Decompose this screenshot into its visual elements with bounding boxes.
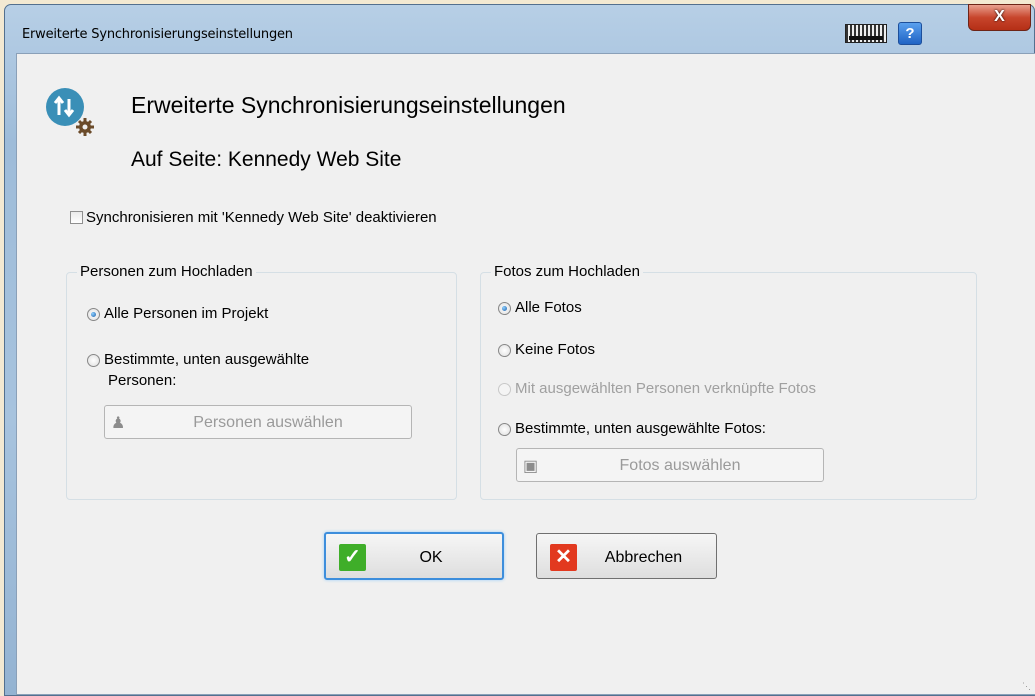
checkbox-box[interactable] <box>70 211 83 225</box>
radio-indicator[interactable] <box>498 343 511 357</box>
radio-indicator[interactable] <box>498 422 511 436</box>
radio-label: Mit ausgewählten Personen verknüpfte Fot… <box>515 380 817 397</box>
dialog-window: Erweiterte Synchronisierungseinstellunge… <box>4 4 1035 696</box>
dialog-heading: Erweiterte Synchronisierungseinstellunge… <box>131 92 566 118</box>
ok-button[interactable]: ✓ OK <box>324 532 504 580</box>
radio-selected-persons[interactable]: Bestimmte, unten ausgewählte <box>87 351 309 368</box>
close-button[interactable]: X <box>968 4 1031 31</box>
disable-sync-checkbox[interactable]: Synchronisieren mit 'Kennedy Web Site' d… <box>70 209 437 227</box>
cancel-label: Abbrechen <box>604 549 683 566</box>
sync-settings-icon <box>46 88 94 136</box>
radio-indicator[interactable] <box>87 307 100 321</box>
radio-selected-photos[interactable]: Bestimmte, unten ausgewählte Fotos: <box>498 420 766 437</box>
radio-selected-persons-label-cont: Personen: <box>108 372 177 389</box>
radio-indicator[interactable] <box>498 301 511 315</box>
radio-label: Alle Fotos <box>515 299 582 316</box>
disable-sync-label: Synchronisieren mit 'Kennedy Web Site' d… <box>86 209 437 227</box>
select-persons-button[interactable]: ♟ Personen auswählen <box>104 405 412 439</box>
cancel-button[interactable]: ✕ Abbrechen <box>536 533 717 579</box>
window-title: Erweiterte Synchronisierungseinstellunge… <box>22 27 293 42</box>
ok-label: OK <box>419 549 443 566</box>
persons-group: Personen zum Hochladen Alle Personen im … <box>66 263 457 500</box>
radio-all-persons[interactable]: Alle Personen im Projekt <box>87 305 268 322</box>
radio-label: Bestimmte, unten ausgewählte Fotos: <box>515 420 766 437</box>
radio-label: Alle Personen im Projekt <box>104 305 269 322</box>
radio-indicator[interactable] <box>87 353 100 367</box>
radio-linked-photos[interactable]: Mit ausgewählten Personen verknüpfte Fot… <box>498 380 816 397</box>
select-photos-label: Fotos auswählen <box>619 457 741 474</box>
photos-group-legend: Fotos zum Hochladen <box>491 263 643 280</box>
persons-group-legend: Personen zum Hochladen <box>77 263 256 280</box>
site-subtitle: Auf Seite: Kennedy Web Site <box>131 148 402 171</box>
resize-grip-icon[interactable]: ⋱ <box>1022 681 1032 691</box>
radio-indicator[interactable] <box>498 382 511 396</box>
keyboard-icon[interactable] <box>845 24 887 43</box>
radio-label: Keine Fotos <box>515 341 596 358</box>
help-button[interactable]: ? <box>898 22 922 45</box>
dialog-content: Erweiterte Synchronisierungseinstellunge… <box>16 53 1035 695</box>
photos-group: Fotos zum Hochladen Alle Fotos Keine Fot… <box>480 263 977 500</box>
select-photos-button[interactable]: ▣ Fotos auswählen <box>516 448 824 482</box>
radio-label: Bestimmte, unten ausgewählte <box>104 351 310 368</box>
radio-no-photos[interactable]: Keine Fotos <box>498 341 595 358</box>
title-bar[interactable]: Erweiterte Synchronisierungseinstellunge… <box>5 4 1034 57</box>
radio-all-photos[interactable]: Alle Fotos <box>498 299 582 316</box>
select-persons-label: Personen auswählen <box>193 414 343 431</box>
